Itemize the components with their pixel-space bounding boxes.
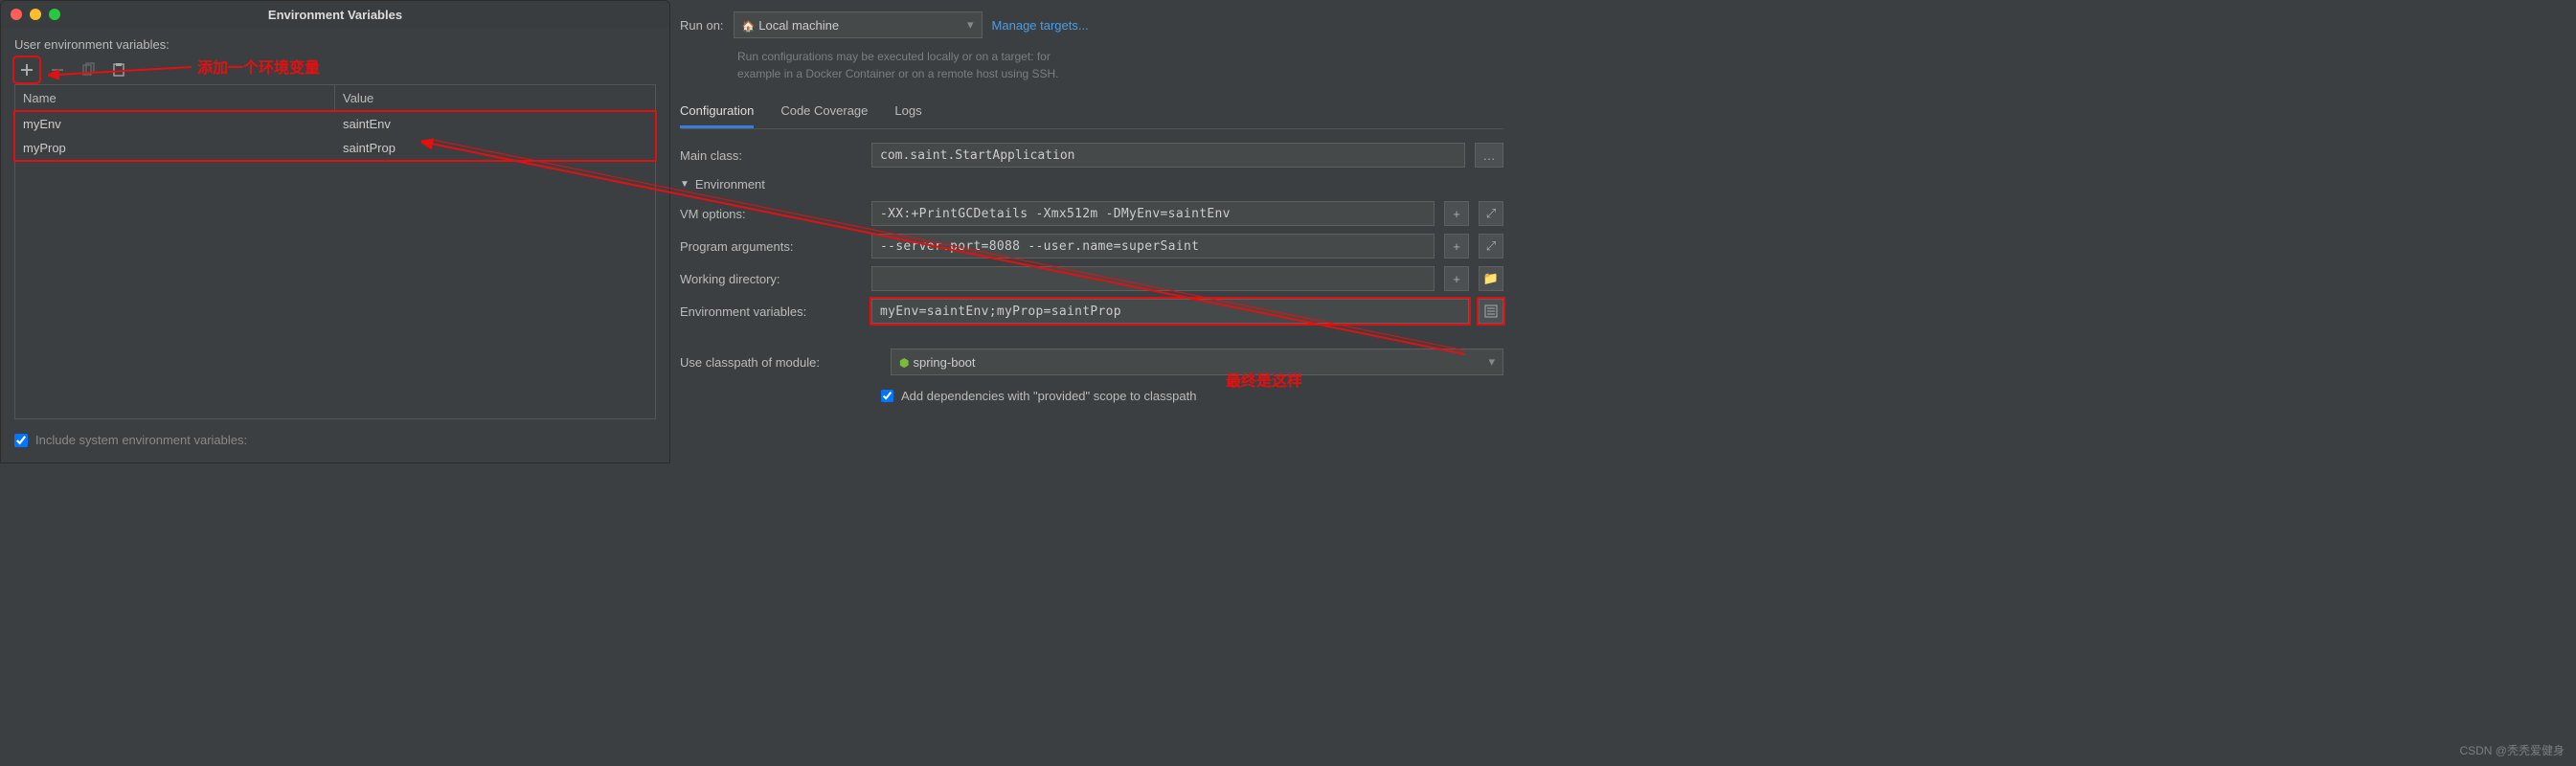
working-dir-label: Working directory:: [680, 272, 862, 286]
cell-name[interactable]: myProp: [15, 136, 335, 160]
copy-button[interactable]: [76, 57, 101, 82]
provided-scope-checkbox[interactable]: [881, 390, 893, 402]
user-vars-label: User environment variables:: [14, 37, 656, 52]
classpath-label: Use classpath of module:: [680, 355, 881, 370]
run-on-dropdown[interactable]: 🏠Local machine ▾: [734, 11, 983, 38]
include-system-checkbox[interactable]: [14, 434, 28, 447]
expand-button[interactable]: ⤢: [1479, 234, 1503, 259]
chevron-down-icon: ▾: [1488, 354, 1495, 370]
vm-options-label: VM options:: [680, 207, 862, 221]
chevron-down-icon: ▾: [967, 17, 974, 33]
tab-configuration[interactable]: Configuration: [680, 96, 754, 128]
cell-value[interactable]: saintEnv: [335, 112, 655, 136]
env-vars-field[interactable]: myEnv=saintEnv;myProp=saintProp: [871, 299, 1469, 324]
main-class-field[interactable]: com.saint.StartApplication: [871, 143, 1465, 168]
classpath-dropdown[interactable]: ⬢spring-boot ▾: [891, 349, 1503, 375]
spring-icon: ⬢: [899, 356, 909, 370]
col-name[interactable]: Name: [15, 85, 335, 111]
tab-logs[interactable]: Logs: [894, 96, 921, 128]
remove-button[interactable]: [45, 57, 70, 82]
dialog-title: Environment Variables: [1, 8, 669, 22]
table-row[interactable]: myProp saintProp: [15, 136, 655, 160]
cell-name[interactable]: myEnv: [15, 112, 335, 136]
expand-button[interactable]: ⤢: [1479, 201, 1503, 226]
cell-value[interactable]: saintProp: [335, 136, 655, 160]
config-tabs: Configuration Code Coverage Logs: [680, 96, 1503, 129]
program-args-field[interactable]: --server.port=8088 --user.name=superSain…: [871, 234, 1435, 259]
provided-scope-label: Add dependencies with "provided" scope t…: [901, 389, 1196, 403]
table-row[interactable]: myEnv saintEnv: [15, 112, 655, 136]
env-vars-label: Environment variables:: [680, 304, 862, 319]
dialog-titlebar: Environment Variables: [1, 1, 669, 28]
browse-button[interactable]: …: [1475, 143, 1503, 168]
hint-line: Run configurations may be executed local…: [737, 48, 1503, 65]
env-vars-browse-button[interactable]: [1479, 299, 1503, 324]
env-vars-table: Name Value myEnv saintEnv myProp saintPr…: [14, 84, 656, 419]
add-dir-button[interactable]: +: [1444, 266, 1469, 291]
add-arg-button[interactable]: +: [1444, 234, 1469, 259]
watermark: CSDN @秃秃爱健身: [2459, 742, 2565, 758]
env-vars-dialog: Environment Variables User environment v…: [0, 0, 670, 463]
manage-targets-link[interactable]: Manage targets...: [992, 18, 1089, 33]
working-dir-field[interactable]: [871, 266, 1435, 291]
hint-line: example in a Docker Container or on a re…: [737, 65, 1503, 82]
include-system-label: Include system environment variables:: [35, 433, 247, 447]
run-on-label: Run on:: [680, 18, 724, 33]
add-button[interactable]: [14, 57, 39, 82]
col-value[interactable]: Value: [335, 85, 655, 111]
environment-section[interactable]: ▼ Environment: [680, 171, 1503, 197]
add-option-button[interactable]: +: [1444, 201, 1469, 226]
run-config-panel: Run on: 🏠Local machine ▾ Manage targets.…: [670, 0, 1503, 463]
main-class-label: Main class:: [680, 148, 862, 163]
chevron-down-icon: ▼: [680, 179, 689, 190]
browse-dir-button[interactable]: 📁: [1479, 266, 1503, 291]
paste-button[interactable]: [106, 57, 131, 82]
tab-code-coverage[interactable]: Code Coverage: [780, 96, 868, 128]
vm-options-field[interactable]: -XX:+PrintGCDetails -Xmx512m -DMyEnv=sai…: [871, 201, 1435, 226]
home-icon: 🏠: [742, 21, 756, 33]
program-args-label: Program arguments:: [680, 239, 862, 254]
